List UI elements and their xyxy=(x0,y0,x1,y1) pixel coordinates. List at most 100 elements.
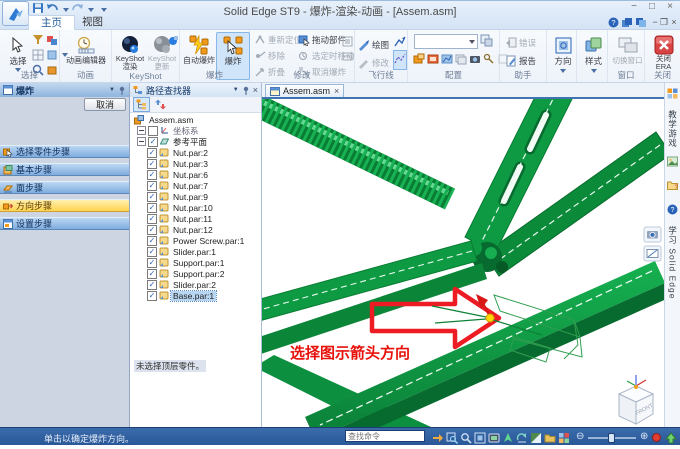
checkbox-checked[interactable] xyxy=(147,291,157,301)
tree-part-row[interactable]: Nut.par:3 xyxy=(130,158,261,169)
checkbox-checked[interactable] xyxy=(147,170,157,180)
checkbox-checked[interactable] xyxy=(147,247,157,257)
flight-draw-button[interactable]: 绘图 xyxy=(358,38,389,51)
flight-toggle-2[interactable] xyxy=(393,50,407,70)
checkbox-checked[interactable] xyxy=(147,225,157,235)
common-views-icon[interactable] xyxy=(516,431,528,449)
tree-part-row[interactable]: Nut.par:7 xyxy=(130,180,261,191)
graphics-viewport[interactable]: 选择图示箭头方向 FRONT xyxy=(262,99,664,427)
tree-part-row[interactable]: Support.par:1 xyxy=(130,257,261,268)
step-basic[interactable]: 基本步骤 xyxy=(0,163,129,176)
step-select-parts[interactable]: 选择零件步骤 xyxy=(0,145,129,158)
view-styles-icon[interactable] xyxy=(530,431,542,449)
zoom-area-icon[interactable] xyxy=(446,431,458,449)
part-label[interactable]: Nut.par:11 xyxy=(171,214,214,224)
qat-customize-dropdown[interactable] xyxy=(101,8,107,12)
orient-dropdown[interactable] xyxy=(560,69,566,73)
cancel-button[interactable]: 取消 xyxy=(84,98,126,111)
checkbox-checked[interactable] xyxy=(147,203,157,213)
part-label[interactable]: Nut.par:9 xyxy=(171,192,210,202)
step-direction[interactable]: 方向步骤 xyxy=(0,199,129,212)
screen-capture-button[interactable] xyxy=(644,246,661,261)
tree-part-row[interactable]: Nut.par:9 xyxy=(130,191,261,202)
doc-close-button[interactable]: × xyxy=(669,17,679,27)
part-label[interactable]: Slider.par:1 xyxy=(171,247,218,257)
document-tab-label[interactable]: Assem.asm xyxy=(283,86,330,96)
panes-alt-icon[interactable] xyxy=(636,18,647,30)
find-command-input[interactable] xyxy=(345,430,425,442)
report-button[interactable]: 报告 xyxy=(505,54,536,67)
part-label[interactable]: Slider.par:2 xyxy=(171,280,218,290)
step-settings[interactable]: 设置步骤 xyxy=(0,217,129,230)
document-tab-close-icon[interactable]: × xyxy=(334,86,339,96)
zoom-out-button[interactable]: ⊖ xyxy=(576,431,584,442)
maximize-button[interactable]: □ xyxy=(644,1,660,13)
config-combobox[interactable] xyxy=(414,34,478,49)
checkbox-checked[interactable] xyxy=(147,159,157,169)
camera-button[interactable] xyxy=(644,227,661,242)
checkbox-unchecked[interactable] xyxy=(148,126,158,136)
group-label[interactable]: 参考平面 xyxy=(171,136,209,148)
doc-restore-button[interactable]: ❐ xyxy=(659,17,669,28)
document-tab[interactable]: Assem.asm × xyxy=(265,84,344,97)
remove-button[interactable]: 移除 xyxy=(254,49,285,62)
config-icons-row[interactable] xyxy=(413,52,511,65)
record-button[interactable] xyxy=(652,433,661,442)
part-label[interactable]: Support.par:1 xyxy=(171,258,227,268)
gallery-icon[interactable] xyxy=(667,154,678,172)
config-manager-icon[interactable] xyxy=(480,34,493,52)
assembly-root-label[interactable]: Assem.asm xyxy=(147,115,195,125)
drag-parts-button[interactable]: 拖动部件 xyxy=(298,33,346,46)
error-button[interactable]: 错误 xyxy=(505,36,536,49)
checkbox-checked[interactable] xyxy=(147,214,157,224)
app-logo[interactable] xyxy=(2,1,29,26)
style-button[interactable]: 样式 xyxy=(578,32,609,84)
rotate-icon[interactable] xyxy=(502,431,514,449)
keyshot-options-icon[interactable] xyxy=(168,33,178,51)
panel-pin-icon[interactable] xyxy=(118,86,126,95)
pathfinder-dropdown-icon[interactable]: ▼ xyxy=(233,87,239,93)
select-tool-icons-row1[interactable] xyxy=(32,33,60,46)
tree-part-row[interactable]: Nut.par:10 xyxy=(130,202,261,213)
tree-view-button[interactable] xyxy=(133,97,150,112)
tree-group-row[interactable]: 坐标系 xyxy=(130,125,261,136)
reposition-button[interactable]: 重新定位 xyxy=(254,33,302,46)
modify-extra-icon-2[interactable] xyxy=(342,49,353,67)
update-view-button[interactable] xyxy=(665,431,677,449)
tree-group-row[interactable]: 参考平面 xyxy=(130,136,261,147)
tab-view[interactable]: 视图 xyxy=(70,15,115,30)
undo-dropdown[interactable] xyxy=(63,8,69,12)
close-button[interactable]: × xyxy=(662,1,678,13)
checkbox-checked[interactable] xyxy=(147,181,157,191)
step-face[interactable]: 面步骤 xyxy=(0,181,129,194)
zoom-in-button[interactable]: ⊕ xyxy=(640,431,648,442)
checkbox-checked[interactable] xyxy=(148,137,158,147)
tree-part-row[interactable]: Slider.par:1 xyxy=(130,246,261,257)
panes-icon[interactable] xyxy=(622,18,633,30)
flight-modify-button[interactable]: 修改 xyxy=(358,56,389,69)
games-icon[interactable] xyxy=(667,86,678,104)
help-folder-icon[interactable]: ? xyxy=(667,178,678,196)
help-icon[interactable]: ? xyxy=(608,17,619,30)
checkbox-checked[interactable] xyxy=(147,258,157,268)
tree-part-row[interactable]: Power Screw.par:1 xyxy=(130,235,261,246)
tree-part-row[interactable]: Nut.par:6 xyxy=(130,169,261,180)
window-layout-icon[interactable] xyxy=(544,431,556,449)
direction-origin-handle[interactable] xyxy=(486,314,494,322)
checkbox-checked[interactable] xyxy=(147,236,157,246)
tree-part-row[interactable]: Nut.par:12 xyxy=(130,224,261,235)
tree-part-row[interactable]: Support.par:2 xyxy=(130,268,261,279)
tree-part-row[interactable]: Nut.par:11 xyxy=(130,213,261,224)
config-display-button[interactable] xyxy=(152,97,169,112)
next-prompt-icon[interactable] xyxy=(432,431,444,449)
part-label[interactable]: Nut.par:2 xyxy=(171,148,210,158)
zoom-icon[interactable] xyxy=(460,431,472,449)
part-label[interactable]: Nut.par:3 xyxy=(171,159,210,169)
tree-part-row-selected[interactable]: Base.par:1 xyxy=(130,290,261,301)
dock-tab-games[interactable]: 教学游戏 xyxy=(667,110,679,148)
checkbox-checked[interactable] xyxy=(147,148,157,158)
tree-part-row[interactable]: Slider.par:2 xyxy=(130,279,261,290)
checkbox-checked[interactable] xyxy=(147,269,157,279)
pathfinder-close-icon[interactable]: × xyxy=(253,85,258,95)
checkbox-checked[interactable] xyxy=(147,280,157,290)
